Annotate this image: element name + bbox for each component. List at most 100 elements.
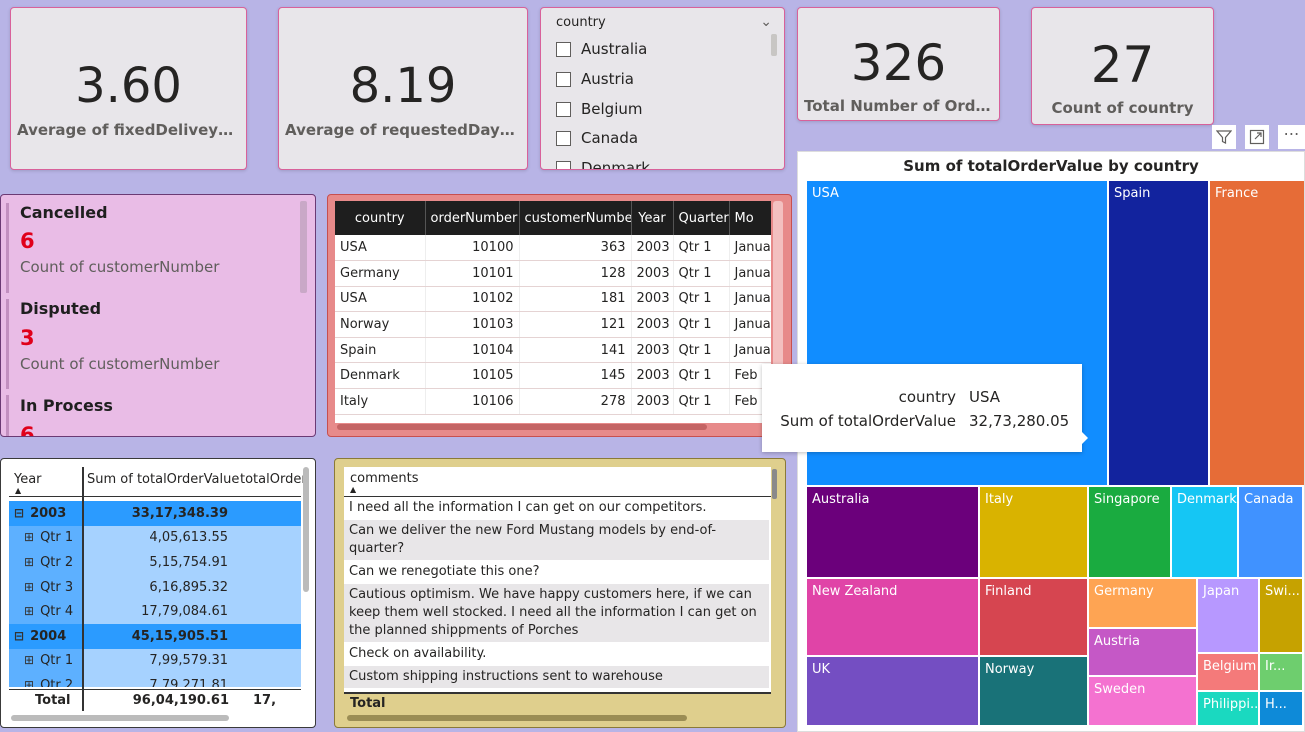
slicer-item-denmark[interactable]: Denmark <box>556 157 650 169</box>
matrix-year-row[interactable]: ⊟ 2004 45,15,905.5145, <box>9 623 301 649</box>
treemap-tile-austria[interactable]: Austria <box>1089 629 1196 675</box>
sort-arrow-icon: ▲ <box>15 486 22 495</box>
comments-horizontal-scrollbar[interactable] <box>347 715 687 721</box>
comment-row[interactable]: Can we renegotiate this one? <box>344 561 769 584</box>
treemap-tile-belgium[interactable]: Belgium <box>1198 654 1258 690</box>
treemap-tile-australia[interactable]: Australia <box>807 487 978 577</box>
treemap-tile-philippi[interactable]: Philippi... <box>1198 692 1258 725</box>
matrix-quarter-row[interactable]: ⊞ Qtr 2 5,15,754.919 <box>9 550 301 575</box>
kpi-label: Average of requestedDaysFr... <box>285 121 527 139</box>
table-cell: 145 <box>519 362 632 390</box>
matrix-quarter-row[interactable]: ⊞ Qtr 2 7,79,271.8115 <box>9 673 301 687</box>
matrix-quarter-row[interactable]: ⊞ Qtr 3 6,16,895.3215 <box>9 574 301 600</box>
matrix-row-header[interactable]: ⊟ 2003 <box>9 501 83 526</box>
matrix-value-cell: 17,79,084.61 <box>83 599 233 624</box>
checkbox[interactable] <box>556 130 571 146</box>
expand-icon[interactable]: ⊞ <box>24 678 34 687</box>
treemap-tile-spain[interactable]: Spain <box>1109 181 1208 485</box>
more-options-icon[interactable]: ⋯ <box>1278 125 1305 149</box>
slicer-item-austria[interactable]: Austria <box>556 68 634 90</box>
expand-icon[interactable]: ⊞ <box>24 580 34 594</box>
slicer-item-belgium[interactable]: Belgium <box>556 98 643 120</box>
chevron-down-icon[interactable]: ⌄ <box>760 14 772 30</box>
matrix-col-sum[interactable]: Sum of totalOrderValue <box>87 472 239 487</box>
table-row[interactable]: Denmark 10105 145 2003 Qtr 1 Feb <box>335 362 771 390</box>
comments-vertical-scrollbar[interactable] <box>772 469 777 499</box>
treemap-tile-new-zealand[interactable]: New Zealand <box>807 579 978 655</box>
matrix-col-year[interactable]: Year <box>14 472 42 487</box>
filter-icon[interactable] <box>1212 125 1236 149</box>
table-row[interactable]: Norway 10103 121 2003 Qtr 1 Janua <box>335 311 771 338</box>
treemap-tile-denmark[interactable]: Denmark <box>1172 487 1237 577</box>
kpi-card-country-count[interactable]: 27 Count of country <box>1031 7 1214 125</box>
matrix-quarter-row[interactable]: ⊞ Qtr 1 7,99,579.317 <box>9 648 301 674</box>
collapse-icon[interactable]: ⊟ <box>14 629 24 643</box>
expand-icon[interactable]: ⊞ <box>24 555 34 569</box>
table-row[interactable]: USA 10102 181 2003 Qtr 1 Janua <box>335 286 771 313</box>
expand-icon[interactable]: ⊞ <box>24 530 34 544</box>
kpi-card-requested-days[interactable]: 8.19 Average of requestedDaysFr... <box>278 7 528 170</box>
comment-row[interactable]: Custom shipping instructions sent to war… <box>344 666 769 689</box>
treemap-tile-norway[interactable]: Norway <box>980 657 1087 725</box>
matrix-year-row[interactable]: ⊟ 2003 33,17,348.3933, <box>9 501 301 526</box>
treemap-tile-sweden[interactable]: Sweden <box>1089 677 1196 725</box>
expand-icon[interactable]: ⊞ <box>24 653 34 667</box>
table-horizontal-scrollbar[interactable] <box>337 424 707 430</box>
table-row[interactable]: Germany 10101 128 2003 Qtr 1 Janua <box>335 260 771 287</box>
checkbox[interactable] <box>556 41 571 57</box>
matrix-col-extra[interactable]: totalOrder <box>240 472 307 487</box>
treemap-tile-ir[interactable]: Ir... <box>1260 654 1302 690</box>
column-header-year[interactable]: Year <box>631 201 674 235</box>
treemap-tile-label: H... <box>1265 697 1287 712</box>
treemap-tile-italy[interactable]: Italy <box>980 487 1087 577</box>
focus-mode-icon[interactable] <box>1245 125 1269 149</box>
comment-row[interactable]: Cautious optimism. We have happy custome… <box>344 584 769 643</box>
expand-icon[interactable]: ⊞ <box>24 604 34 618</box>
treemap-tile-canada[interactable]: Canada <box>1239 487 1302 577</box>
checkbox[interactable] <box>556 101 571 117</box>
matrix-horizontal-scrollbar[interactable] <box>11 715 229 721</box>
kpi-card-total-orders[interactable]: 326 Total Number of Orders <box>797 7 1000 121</box>
matrix-row-header[interactable]: ⊞ Qtr 2 <box>9 550 83 575</box>
treemap-tile-uk[interactable]: UK <box>807 657 978 725</box>
treemap-tile-germany[interactable]: Germany <box>1089 579 1196 627</box>
matrix-vertical-scrollbar[interactable] <box>303 467 309 592</box>
comment-row[interactable]: I need all the information I can get on … <box>344 497 769 520</box>
table-row[interactable]: USA 10100 363 2003 Qtr 1 Janua <box>335 235 771 262</box>
slicer-item-australia[interactable]: Australia <box>556 38 647 60</box>
column-header-ordernumber[interactable]: orderNumber <box>425 201 520 235</box>
checkbox[interactable] <box>556 71 571 87</box>
matrix-row-header[interactable]: ⊟ 2004 <box>9 623 83 649</box>
matrix-quarter-row[interactable]: ⊞ Qtr 1 4,05,613.554 <box>9 525 301 551</box>
status-scrollbar[interactable] <box>300 201 307 293</box>
comments-header[interactable]: comments ▲ <box>344 467 771 497</box>
table-cell: Janua <box>729 286 771 313</box>
treemap-tile-france[interactable]: France <box>1210 181 1304 485</box>
column-header-quarter[interactable]: Quarter <box>673 201 730 235</box>
matrix-row-header[interactable]: ⊞ Qtr 3 <box>9 574 83 600</box>
matrix-quarter-row[interactable]: ⊞ Qtr 4 17,79,084.6133 <box>9 599 301 624</box>
column-header-customernumber[interactable]: customerNumber <box>519 201 632 235</box>
treemap-tile-label: New Zealand <box>812 584 898 599</box>
tooltip-key-country: country <box>898 388 956 406</box>
matrix-row-header[interactable]: ⊞ Qtr 1 <box>9 648 83 674</box>
matrix-row-header[interactable]: ⊞ Qtr 1 <box>9 525 83 551</box>
column-header-country[interactable]: country <box>335 201 426 235</box>
treemap-tile-singapore[interactable]: Singapore <box>1089 487 1170 577</box>
table-row[interactable]: Italy 10106 278 2003 Qtr 1 Feb <box>335 388 771 415</box>
slicer-scrollbar[interactable] <box>771 34 777 56</box>
column-header-month[interactable]: Mo <box>729 201 771 235</box>
treemap-tile-finland[interactable]: Finland <box>980 579 1087 655</box>
slicer-item-canada[interactable]: Canada <box>556 127 638 149</box>
matrix-row-header[interactable]: ⊞ Qtr 2 <box>9 673 83 687</box>
comment-row[interactable]: Check on availability. <box>344 643 769 666</box>
collapse-icon[interactable]: ⊟ <box>14 506 24 520</box>
treemap-tile-swi[interactable]: Swi... <box>1260 579 1302 652</box>
matrix-row-header[interactable]: ⊞ Qtr 4 <box>9 599 83 624</box>
comment-row[interactable]: Can we deliver the new Ford Mustang mode… <box>344 520 769 561</box>
table-row[interactable]: Spain 10104 141 2003 Qtr 1 Janua <box>335 337 771 364</box>
kpi-card-fixed-delivery[interactable]: 3.60 Average of fixedDeliveyDays <box>10 7 247 170</box>
checkbox[interactable] <box>556 160 571 169</box>
treemap-tile-japan[interactable]: Japan <box>1198 579 1258 652</box>
treemap-tile-h[interactable]: H... <box>1260 692 1302 725</box>
